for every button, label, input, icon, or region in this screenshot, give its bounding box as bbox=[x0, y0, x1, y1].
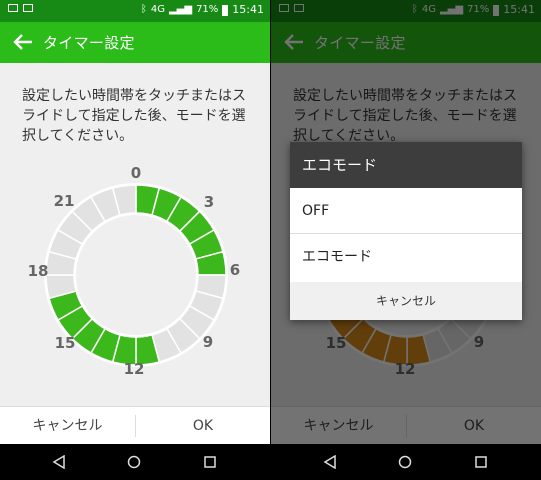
clock: 15:41 bbox=[232, 3, 264, 16]
cancel-button[interactable]: キャンセル bbox=[0, 407, 135, 445]
battery-icon bbox=[222, 4, 229, 16]
dialog-cancel-button[interactable]: キャンセル bbox=[290, 282, 522, 320]
dial-label-6: 6 bbox=[230, 261, 240, 279]
instruction-line: 択してください。 bbox=[22, 128, 134, 144]
screenshot-icon bbox=[23, 4, 33, 12]
dial-label-18: 18 bbox=[28, 262, 49, 280]
signal-icon: ▂▄▆ bbox=[168, 4, 193, 15]
page-title: タイマー設定 bbox=[43, 34, 135, 52]
timer-screen: ᛒ 4G ▂▄▆ 71% 15:41 タイマー設定 設定したい時間帯をタッチまた… bbox=[0, 0, 270, 480]
option-off[interactable]: OFF bbox=[290, 189, 522, 234]
navigation-bar bbox=[0, 444, 270, 480]
instruction-line: ライドして指定した後、モードを選 bbox=[22, 108, 246, 124]
dial-label-21: 21 bbox=[54, 192, 75, 210]
eco-mode-dialog: エコモード OFF エコモード キャンセル bbox=[290, 142, 522, 320]
screens: ᛒ 4G ▂▄▆ 71% 15:41 タイマー設定 設定したい時間帯をタッチまた… bbox=[0, 0, 541, 480]
status-bar: ᛒ 4G ▂▄▆ 71% 15:41 bbox=[0, 0, 270, 22]
nav-home-icon[interactable] bbox=[127, 455, 141, 469]
instruction-text: 設定したい時間帯をタッチまたはス ライドして指定した後、モードを選 択してくださ… bbox=[22, 86, 258, 146]
bluetooth-icon: ᛒ bbox=[140, 4, 147, 15]
notification-icon bbox=[8, 4, 18, 12]
nav-home-icon[interactable] bbox=[398, 455, 412, 469]
dial-label-12: 12 bbox=[124, 360, 145, 378]
option-eco-mode[interactable]: エコモード bbox=[290, 235, 522, 280]
ok-button[interactable]: OK bbox=[136, 407, 270, 445]
dial-label-9: 9 bbox=[203, 333, 213, 351]
nav-back-icon[interactable] bbox=[323, 455, 337, 469]
dialog-title: エコモード bbox=[290, 142, 522, 188]
nav-back-icon[interactable] bbox=[52, 455, 66, 469]
timer-dial[interactable]: 0 3 6 9 12 15 18 21 bbox=[10, 160, 260, 380]
toolbar: タイマー設定 bbox=[0, 22, 270, 63]
instruction-line: 設定したい時間帯をタッチまたはス bbox=[22, 88, 246, 104]
signal-text: 4G bbox=[150, 4, 165, 15]
nav-recent-icon[interactable] bbox=[203, 455, 217, 469]
timer-screen-with-dialog: ᛒ 4G ▂▄▆ 71% 15:41 タイマー設定 設定したい時間帯をタッチまた… bbox=[271, 0, 541, 480]
navigation-bar bbox=[271, 444, 541, 480]
nav-recent-icon[interactable] bbox=[474, 455, 488, 469]
back-arrow-icon[interactable] bbox=[12, 32, 34, 52]
notification-icons bbox=[8, 4, 33, 12]
system-indicators: ᛒ 4G ▂▄▆ 71% 15:41 bbox=[141, 3, 264, 17]
dialog-button-bar: キャンセル OK bbox=[0, 406, 270, 445]
battery-percent: 71% bbox=[196, 4, 219, 15]
dial-label-0: 0 bbox=[131, 164, 141, 182]
dial-label-15: 15 bbox=[55, 334, 76, 352]
dial-label-3: 3 bbox=[204, 193, 214, 211]
